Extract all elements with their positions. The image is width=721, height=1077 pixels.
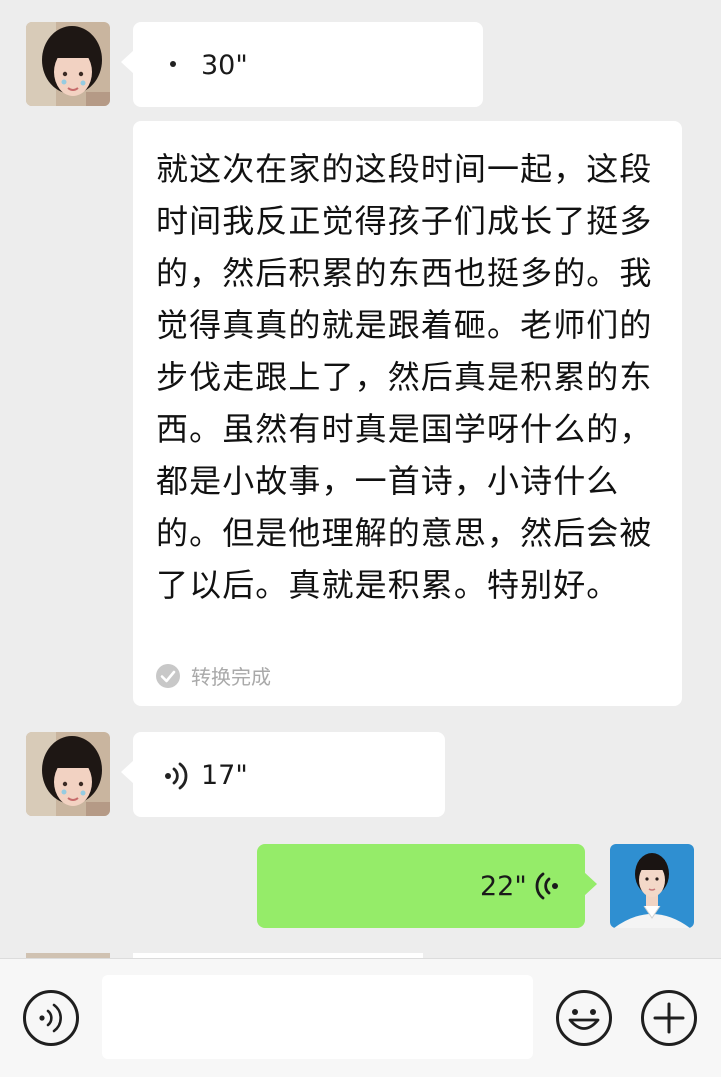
voice-duration: 17" [201,760,248,791]
check-circle-icon [156,663,180,688]
input-bar [0,958,721,1077]
plus-icon[interactable] [640,989,698,1047]
voice-wave-icon [535,872,558,900]
emoji-icon[interactable] [555,989,613,1047]
sent-voice-message-bubble[interactable]: 22" [257,844,597,928]
transcription-bubble[interactable]: 就这次在家的这段时间一起，这段时间我反正觉得孩子们成长了挺多的，然后积累的东西也… [133,121,682,706]
voice-message-bubble[interactable]: 30" [121,22,483,107]
voice-duration: 22" [480,871,527,902]
voice-wave-icon [170,61,176,67]
transcription-text: 就这次在家的这段时间一起，这段时间我反正觉得孩子们成长了挺多的，然后积累的东西也… [156,150,653,604]
voice-duration: 30" [201,50,248,81]
contact-avatar-image [26,732,110,816]
transcription-status: 转换完成 [155,661,271,690]
voice-mode-icon[interactable] [22,989,80,1047]
contact-avatar-image [26,22,110,106]
contact-avatar[interactable] [26,732,110,816]
my-avatar[interactable] [610,844,694,928]
contact-avatar[interactable] [26,22,110,106]
my-avatar-image [610,844,694,928]
voice-message-bubble[interactable]: 17" [121,732,445,817]
voice-wave-icon [165,762,188,790]
transcription-status-label: 转换完成 [191,665,271,689]
message-input[interactable] [102,975,533,1059]
